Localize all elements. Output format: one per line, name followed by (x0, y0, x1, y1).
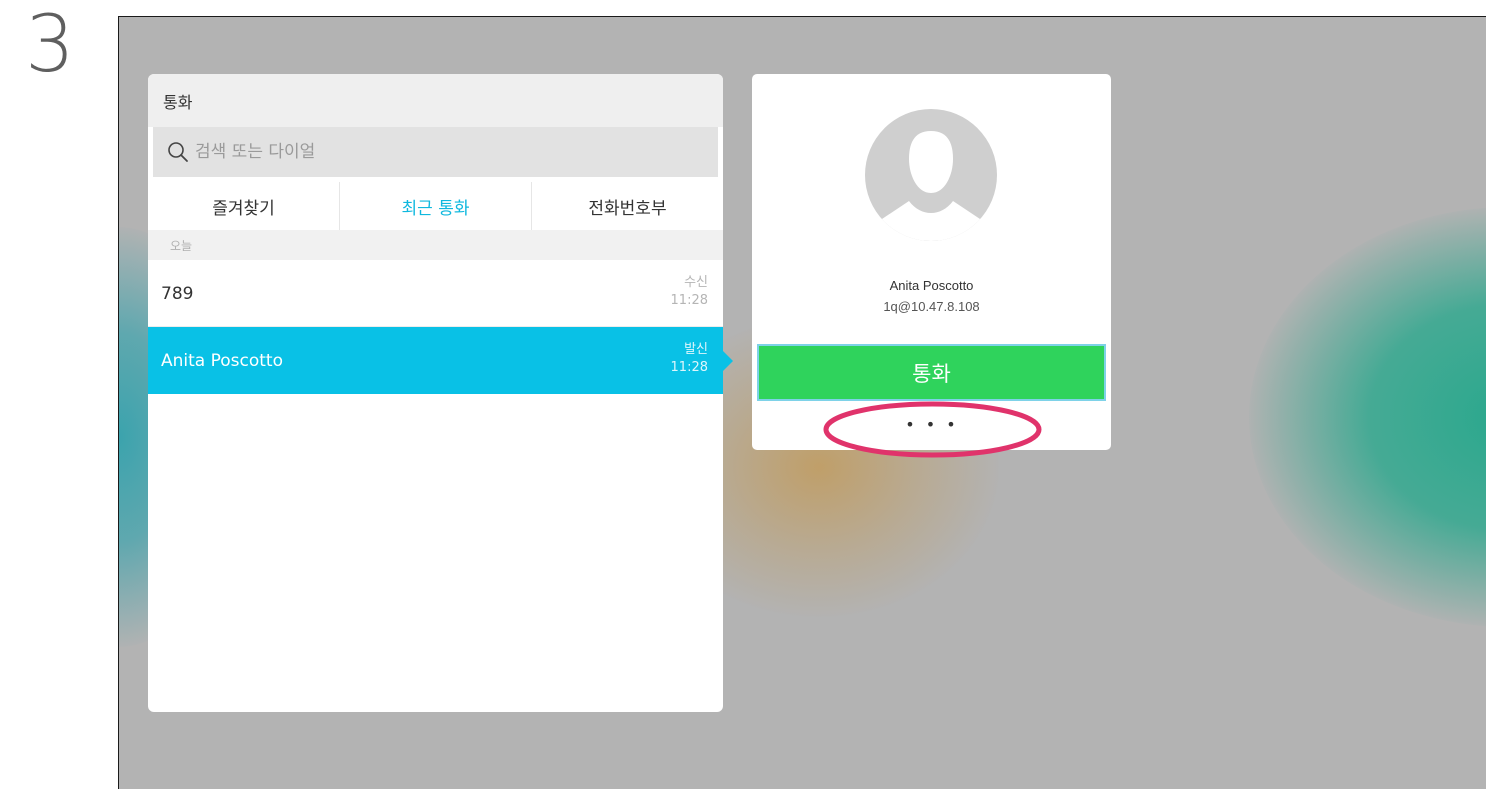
background-blur-right (1249, 207, 1486, 627)
selection-pointer-icon (723, 351, 733, 371)
search-input[interactable] (193, 141, 677, 163)
contact-address: 1q@10.47.8.108 (883, 299, 980, 314)
search-icon (168, 142, 188, 162)
call-entry-name: 789 (161, 284, 194, 304)
list-item-selected[interactable]: Anita Poscotto 발신 11:28 (148, 327, 723, 394)
search-bar[interactable] (153, 127, 718, 177)
call-direction: 발신 (684, 342, 708, 357)
call-entry-meta: 수신 11:28 (671, 274, 708, 310)
avatar (865, 109, 997, 241)
contact-name: Anita Poscotto (889, 278, 974, 293)
call-entry-meta: 발신 11:28 (671, 341, 708, 377)
tab-recent-calls[interactable]: 최근 통화 (340, 182, 532, 230)
call-time: 11:28 (670, 360, 708, 375)
call-button[interactable]: 통화 (757, 344, 1106, 401)
more-options-button[interactable]: • • • (882, 417, 982, 439)
call-entry-name: Anita Poscotto (161, 351, 283, 371)
recent-calls-list: 789 수신 11:28 Anita Poscotto 발신 11:28 (148, 260, 723, 394)
call-direction: 수신 (684, 275, 708, 290)
tab-bar: 즐겨찾기 최근 통화 전화번호부 (148, 182, 723, 230)
list-item[interactable]: 789 수신 11:28 (148, 260, 723, 327)
device-screen: 통화 즐겨찾기 최근 통화 전화번호부 오늘 789 수신 11:28 (118, 16, 1486, 789)
person-silhouette-icon (879, 131, 983, 241)
tab-directory[interactable]: 전화번호부 (532, 182, 723, 230)
call-panel: 통화 즐겨찾기 최근 통화 전화번호부 오늘 789 수신 11:28 (148, 74, 723, 712)
section-header-today: 오늘 (148, 230, 723, 260)
step-number: 3 (25, 0, 75, 90)
panel-title: 통화 (148, 74, 723, 127)
contact-card: Anita Poscotto 1q@10.47.8.108 통화 • • • (752, 74, 1111, 450)
tab-favorites[interactable]: 즐겨찾기 (148, 182, 340, 230)
call-time: 11:28 (670, 293, 708, 308)
